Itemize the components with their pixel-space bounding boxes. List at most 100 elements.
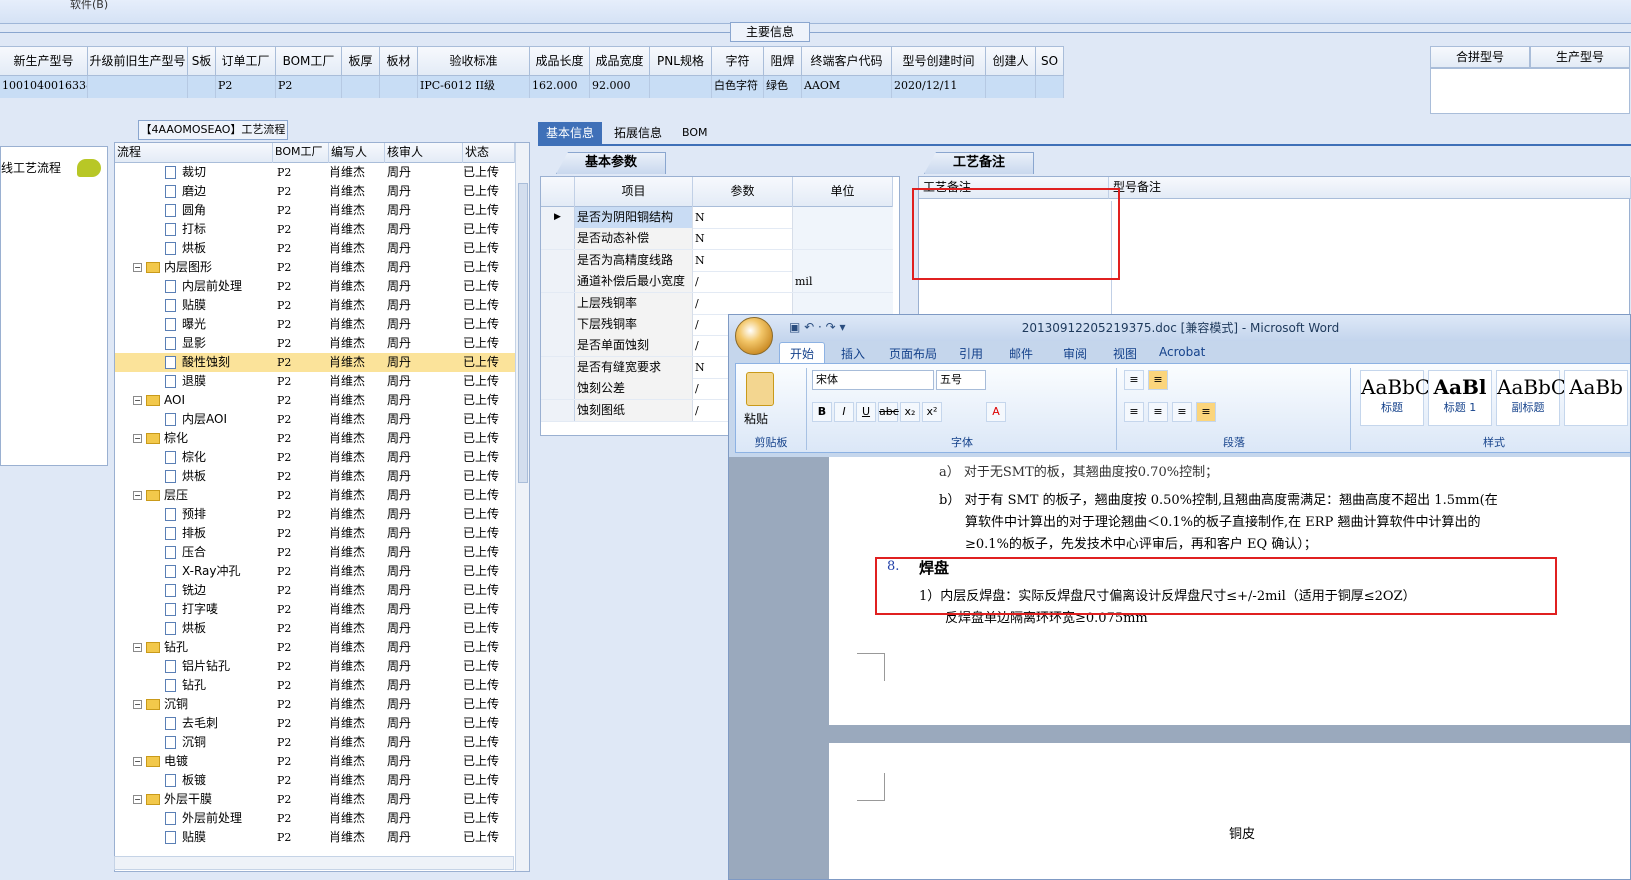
row-indicator[interactable]: ▶ bbox=[541, 207, 575, 228]
main-info-value-cell[interactable]: 92.000 bbox=[590, 76, 650, 98]
tree-node[interactable]: 铣边 bbox=[115, 581, 273, 600]
model-remark-field[interactable] bbox=[1111, 201, 1629, 315]
main-info-value-cell[interactable] bbox=[88, 76, 188, 98]
tree-node[interactable]: 预排 bbox=[115, 505, 273, 524]
font-size-box[interactable]: 五号 bbox=[936, 370, 986, 390]
tree-row[interactable]: 外层前处理 P2 肖维杰 周丹 已上传 bbox=[115, 809, 515, 828]
row-indicator[interactable] bbox=[541, 228, 575, 250]
merge-model-box[interactable] bbox=[1430, 68, 1630, 114]
numbering-button[interactable]: ≡ bbox=[1148, 370, 1168, 390]
subscript-button[interactable]: x₂ bbox=[900, 402, 920, 422]
italic-button[interactable]: I bbox=[834, 402, 854, 422]
tree-row[interactable]: − 内层图形 P2 肖维杰 周丹 已上传 bbox=[115, 258, 515, 277]
paste-label[interactable]: 粘贴 bbox=[744, 410, 768, 427]
tree-row[interactable]: − AOI P2 肖维杰 周丹 已上传 bbox=[115, 391, 515, 410]
font-name-box[interactable]: 宋体 bbox=[812, 370, 934, 390]
tree-row[interactable]: − 外层干膜 P2 肖维杰 周丹 已上传 bbox=[115, 790, 515, 809]
tree-row[interactable]: 烘板 P2 肖维杰 周丹 已上传 bbox=[115, 239, 515, 258]
main-info-value-cell[interactable] bbox=[380, 76, 418, 98]
tree-row[interactable]: 钻孔 P2 肖维杰 周丹 已上传 bbox=[115, 676, 515, 695]
tree-node[interactable]: 烘板 bbox=[115, 467, 273, 486]
tree-node[interactable]: 外层前处理 bbox=[115, 809, 273, 828]
tree-row[interactable]: − 钻孔 P2 肖维杰 周丹 已上传 bbox=[115, 638, 515, 657]
style-gallery-item[interactable]: AaBbC 副标题 bbox=[1496, 370, 1566, 426]
collapse-icon[interactable]: − bbox=[133, 263, 142, 272]
main-info-header-cell[interactable]: 字符 bbox=[712, 46, 764, 76]
tree-node[interactable]: − 棕化 bbox=[115, 429, 273, 448]
main-info-header-cell[interactable]: 订单工厂 bbox=[216, 46, 276, 76]
scroll-thumb[interactable] bbox=[518, 183, 528, 483]
param-row[interactable]: 上层残铜率 / bbox=[541, 292, 893, 315]
tree-row[interactable]: 压合 P2 肖维杰 周丹 已上传 bbox=[115, 543, 515, 562]
tree-node[interactable]: 贴膜 bbox=[115, 296, 273, 315]
col-unit[interactable]: 单位 bbox=[793, 177, 893, 207]
tree-row[interactable]: 打字唛 P2 肖维杰 周丹 已上传 bbox=[115, 600, 515, 619]
param-value[interactable]: / bbox=[693, 292, 793, 314]
row-indicator[interactable] bbox=[541, 335, 575, 357]
main-info-value-cell[interactable]: IPC-6012 II级 bbox=[418, 76, 530, 98]
tree-row[interactable]: 沉铜 P2 肖维杰 周丹 已上传 bbox=[115, 733, 515, 752]
word-ribbon-tab[interactable]: 引用 bbox=[959, 345, 983, 362]
main-info-header-cell[interactable]: 终端客户代码 bbox=[802, 46, 892, 76]
collapse-icon[interactable]: − bbox=[133, 396, 142, 405]
tree-node[interactable]: 酸性蚀刻 bbox=[115, 353, 273, 372]
tree-node[interactable]: 去毛刺 bbox=[115, 714, 273, 733]
tree-row[interactable]: 圆角 P2 肖维杰 周丹 已上传 bbox=[115, 201, 515, 220]
style-gallery-item[interactable]: AaBl 标题 1 bbox=[1428, 370, 1492, 426]
main-info-value-cell[interactable] bbox=[1036, 76, 1064, 98]
top-menu-item[interactable]: 软件(B) bbox=[70, 0, 108, 12]
tree-row[interactable]: 排板 P2 肖维杰 周丹 已上传 bbox=[115, 524, 515, 543]
tab-bom[interactable]: BOM bbox=[674, 122, 716, 146]
document-page[interactable]: 铜皮 bbox=[829, 743, 1630, 879]
justify-button[interactable]: ≡ bbox=[1196, 402, 1216, 422]
collapse-icon[interactable]: − bbox=[133, 491, 142, 500]
row-indicator[interactable] bbox=[541, 314, 575, 335]
tree-node[interactable]: X-Ray冲孔 bbox=[115, 562, 273, 581]
main-info-value-cell[interactable]: 162.000 bbox=[530, 76, 590, 98]
subtab-process-remarks[interactable]: 工艺备注 bbox=[924, 152, 1034, 174]
word-ribbon-tab[interactable]: Acrobat bbox=[1159, 345, 1205, 359]
main-info-header-cell[interactable]: 创建人 bbox=[986, 46, 1036, 76]
tree-node[interactable]: 压合 bbox=[115, 543, 273, 562]
tree-row[interactable]: − 棕化 P2 肖维杰 周丹 已上传 bbox=[115, 429, 515, 448]
param-row[interactable]: 是否动态补偿 N bbox=[541, 228, 893, 251]
word-ribbon-tab[interactable]: 邮件 bbox=[1009, 345, 1033, 362]
main-info-header-cell[interactable]: 阻焊 bbox=[764, 46, 802, 76]
style-gallery-item[interactable]: AaBb bbox=[1564, 370, 1628, 426]
col-checker[interactable]: 核审人 bbox=[385, 143, 463, 163]
tab-basic-info[interactable]: 基本信息 bbox=[538, 122, 603, 146]
tree-row[interactable]: 板镀 P2 肖维杰 周丹 已上传 bbox=[115, 771, 515, 790]
tree-node[interactable]: − 沉铜 bbox=[115, 695, 273, 714]
main-info-value-cell[interactable] bbox=[650, 76, 712, 98]
row-indicator[interactable] bbox=[541, 271, 575, 293]
collapse-icon[interactable]: − bbox=[133, 643, 142, 652]
row-indicator[interactable] bbox=[541, 399, 575, 421]
param-row[interactable]: 是否为高精度线路 N bbox=[541, 249, 893, 272]
main-info-header-cell[interactable]: SO bbox=[1036, 46, 1064, 76]
tree-node[interactable]: 磨边 bbox=[115, 182, 273, 201]
underline-button[interactable]: U bbox=[856, 402, 876, 422]
col-flow[interactable]: 流程 bbox=[115, 143, 273, 163]
tree-node[interactable]: 裁切 bbox=[115, 163, 273, 182]
tree-row[interactable]: 退膜 P2 肖维杰 周丹 已上传 bbox=[115, 372, 515, 391]
col-param[interactable]: 参数 bbox=[693, 177, 793, 207]
left-nav-item[interactable]: 线工艺流程 bbox=[1, 159, 61, 176]
tree-node[interactable]: 沉铜 bbox=[115, 733, 273, 752]
main-info-value-cell[interactable]: 绿色 bbox=[764, 76, 802, 98]
main-info-header-cell[interactable]: PNL规格 bbox=[650, 46, 712, 76]
row-indicator[interactable] bbox=[541, 292, 575, 314]
tree-node[interactable]: 打字唛 bbox=[115, 600, 273, 619]
tree-row[interactable]: 贴膜 P2 肖维杰 周丹 已上传 bbox=[115, 828, 515, 847]
word-ribbon-tab[interactable]: 插入 bbox=[841, 345, 865, 362]
superscript-button[interactable]: x² bbox=[922, 402, 942, 422]
col-item[interactable]: 项目 bbox=[575, 177, 693, 207]
tree-row[interactable]: 烘板 P2 肖维杰 周丹 已上传 bbox=[115, 467, 515, 486]
col-bom-factory[interactable]: BOM工厂 bbox=[273, 143, 329, 163]
tree-node[interactable]: 铝片钻孔 bbox=[115, 657, 273, 676]
tree-node[interactable]: − AOI bbox=[115, 391, 273, 410]
tree-node[interactable]: 烘板 bbox=[115, 239, 273, 258]
tree-row[interactable]: − 沉铜 P2 肖维杰 周丹 已上传 bbox=[115, 695, 515, 714]
tree-vertical-scrollbar[interactable] bbox=[515, 143, 529, 871]
param-row[interactable]: ▶ 是否为阴阳铜结构 N bbox=[541, 207, 893, 229]
main-info-header-cell[interactable]: 新生产型号 bbox=[0, 46, 88, 76]
